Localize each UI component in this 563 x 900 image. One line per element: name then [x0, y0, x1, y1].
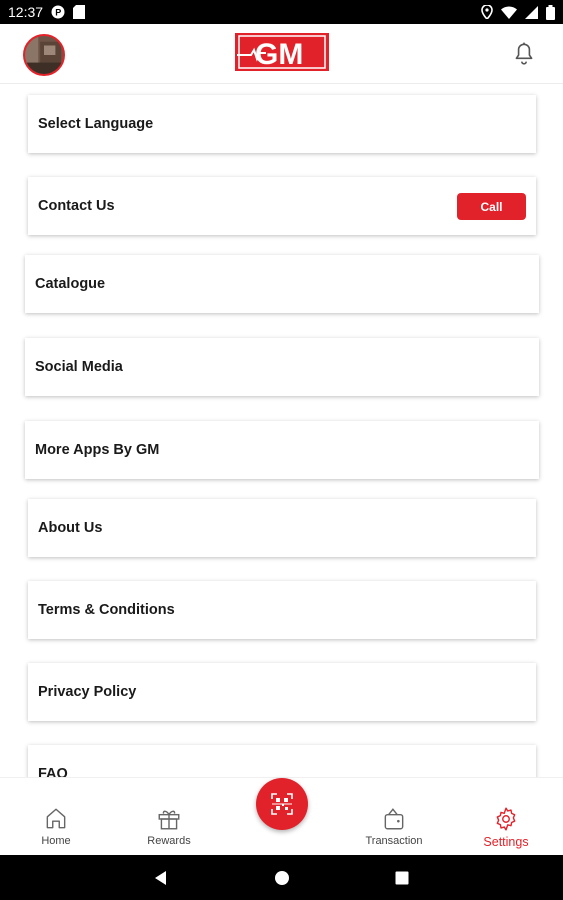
recents-icon[interactable]: [392, 868, 412, 888]
menu-item-more-apps[interactable]: More Apps By GM: [25, 421, 539, 479]
gift-icon: [158, 810, 180, 830]
menu-item-about-us[interactable]: About Us: [28, 499, 536, 557]
nav-transaction[interactable]: Transaction: [349, 806, 439, 847]
app-header: GM: [0, 24, 563, 84]
location-icon: [481, 5, 493, 19]
menu-item-label: Social Media: [35, 359, 123, 375]
home-button-icon[interactable]: [272, 868, 292, 888]
menu-item-label: Contact Us: [38, 198, 115, 214]
status-bar: 12:37 P: [0, 0, 563, 24]
svg-text:P: P: [55, 8, 61, 18]
battery-icon: [546, 4, 555, 20]
wallet-icon: [384, 808, 404, 830]
nav-label: Home: [41, 835, 71, 847]
sd-card-icon: [73, 5, 86, 19]
menu-item-faq[interactable]: FAQ: [28, 745, 536, 777]
menu-item-label: Select Language: [38, 116, 154, 132]
parking-icon: P: [51, 5, 65, 19]
menu-item-catalogue[interactable]: Catalogue: [25, 255, 539, 313]
bell-icon[interactable]: [511, 41, 537, 67]
nav-label: Settings: [483, 835, 529, 849]
logo-text: GM: [255, 38, 303, 71]
nav-settings[interactable]: Settings: [461, 806, 551, 849]
status-time: 12:37: [8, 4, 44, 20]
bottom-nav: Home Rewards Transaction Settings: [0, 777, 563, 855]
system-nav-bar: [0, 855, 563, 900]
menu-item-label: Privacy Policy: [38, 684, 137, 700]
signal-icon: [525, 5, 538, 19]
menu-item-contact-us[interactable]: Contact Us Call: [28, 177, 536, 235]
avatar[interactable]: [23, 34, 65, 76]
menu-item-select-language[interactable]: Select Language: [28, 95, 536, 153]
qr-scan-icon: [271, 793, 293, 815]
menu-item-social-media[interactable]: Social Media: [25, 338, 539, 396]
nav-label: Rewards: [147, 835, 191, 847]
menu-item-label: Terms & Conditions: [38, 602, 175, 618]
menu-item-label: About Us: [38, 520, 103, 536]
nav-label: Transaction: [365, 835, 423, 847]
menu-item-label: More Apps By GM: [35, 442, 160, 458]
menu-item-terms[interactable]: Terms & Conditions: [28, 581, 536, 639]
wifi-icon: [501, 5, 517, 19]
gear-icon: [496, 807, 516, 831]
nav-rewards[interactable]: Rewards: [124, 806, 214, 847]
gm-logo: GM: [235, 33, 329, 71]
menu-item-label: Catalogue: [35, 276, 106, 292]
home-icon: [46, 808, 66, 829]
back-icon[interactable]: [151, 868, 171, 888]
settings-list: Select Language Contact Us Call Catalogu…: [0, 85, 563, 777]
nav-home[interactable]: Home: [11, 806, 101, 847]
menu-item-privacy-policy[interactable]: Privacy Policy: [28, 663, 536, 721]
menu-item-label: FAQ: [38, 766, 68, 777]
qr-scan-button[interactable]: [256, 778, 308, 830]
call-button[interactable]: Call: [457, 193, 526, 220]
